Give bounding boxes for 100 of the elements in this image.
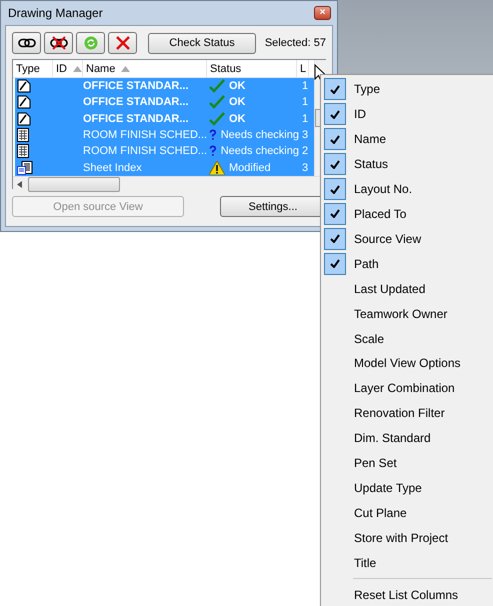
menu-label: Cut Plane — [354, 506, 407, 520]
layout-cell-text: 1 — [301, 96, 310, 108]
menu-item[interactable]: Last Updated — [323, 276, 493, 302]
menu-label: Store with Project — [354, 530, 448, 545]
refresh-icon — [84, 36, 98, 50]
name-cell-text: OFFICE STANDAR... — [83, 96, 190, 108]
scroll-left-icon[interactable] — [17, 180, 22, 188]
menu-item[interactable]: Status — [323, 152, 493, 177]
column-header[interactable]: L — [297, 60, 309, 77]
menu-label: Placed To — [354, 206, 406, 221]
menu-label: Reset List Columns — [354, 588, 458, 602]
check-icon — [330, 209, 340, 218]
unlink-button[interactable] — [44, 32, 73, 54]
check-icon — [330, 84, 340, 94]
menu-item[interactable]: Source View — [323, 226, 493, 252]
checkbox-checked[interactable] — [324, 252, 346, 275]
menu-item[interactable]: Reset List Columns — [323, 582, 493, 606]
menu-item[interactable]: Renovation Filter — [323, 400, 493, 426]
status-cell: Needs checking — [220, 129, 299, 142]
column-header[interactable]: Status — [207, 60, 297, 77]
check-icon — [330, 110, 340, 119]
checkmark-icon — [209, 79, 225, 94]
menu-label: Update Type — [354, 480, 422, 495]
menu-item[interactable]: Cut Plane — [323, 500, 493, 526]
status-cell: OK — [229, 96, 246, 108]
column-header[interactable]: ID — [53, 60, 83, 77]
question-mark-icon — [209, 144, 217, 158]
name-cell-text: Sheet Index — [83, 162, 143, 174]
menu-label: Layout No. — [354, 182, 412, 196]
sort-arrow-icon — [121, 66, 130, 72]
menu-item[interactable]: Dim. Standard — [323, 426, 493, 451]
menu-item[interactable]: Name — [323, 126, 493, 152]
menu-label: Dim. Standard — [354, 431, 431, 446]
menu-label: Title — [354, 556, 376, 570]
delete-button[interactable] — [108, 32, 137, 54]
checkbox-checked[interactable] — [324, 103, 346, 126]
menu-item[interactable]: Update Type — [323, 476, 493, 500]
menu-label: Layer Combination — [354, 381, 455, 396]
drawing-icon — [17, 112, 31, 126]
warning-icon — [209, 160, 225, 175]
menu-item[interactable]: Scale — [323, 326, 493, 351]
index-sheet-icon — [17, 160, 33, 175]
layout-cell-text: 3 — [301, 162, 310, 174]
unlink-icon — [50, 36, 68, 50]
check-status-button[interactable]: Check Status — [148, 32, 256, 54]
link-icon — [18, 38, 36, 48]
window-title: Drawing Manager — [8, 6, 103, 20]
checkmark-icon — [209, 112, 225, 126]
checkmark-icon — [209, 95, 225, 110]
menu-label: Teamwork Owner — [354, 306, 448, 321]
menu-label: ID — [354, 107, 366, 122]
menu-item[interactable]: Teamwork Owner — [323, 301, 493, 326]
table-icon — [17, 144, 29, 158]
menu-item[interactable]: ID — [323, 102, 493, 127]
checkbox-checked[interactable] — [324, 202, 346, 225]
checkbox-checked[interactable] — [324, 128, 346, 150]
menu-label: Status — [354, 157, 388, 172]
layout-cell-text: 2 — [301, 145, 310, 158]
status-cell: OK — [229, 112, 246, 125]
check-icon — [330, 134, 340, 144]
column-header[interactable]: Name — [83, 60, 207, 77]
menu-item[interactable]: Title — [323, 550, 493, 576]
layout-cell-text: 1 — [301, 80, 310, 92]
refresh-button[interactable] — [76, 32, 105, 54]
status-cell: Modified — [229, 162, 271, 174]
status-cell: Needs checking — [220, 145, 299, 158]
check-icon — [330, 160, 340, 169]
selected-count: Selected: 57 — [264, 37, 326, 49]
menu-item[interactable]: Layout No. — [323, 176, 493, 202]
menu-label: Name — [354, 132, 386, 146]
sort-arrow-icon — [73, 66, 82, 72]
menu-item[interactable]: Store with Project — [323, 525, 493, 550]
menu-label: Path — [354, 256, 379, 271]
menu-label: Last Updated — [354, 282, 426, 296]
name-cell-text: ROOM FINISH SCHED... — [83, 145, 208, 158]
table-icon — [17, 128, 29, 142]
drawing-icon — [17, 95, 31, 110]
name-cell-text: ROOM FINISH SCHED... — [83, 129, 208, 142]
name-cell-text: OFFICE STANDAR... — [83, 80, 190, 92]
menu-item[interactable]: Path — [323, 251, 493, 276]
menu-item[interactable]: Type — [323, 77, 493, 102]
check-icon — [330, 259, 340, 268]
menu-label: Scale — [354, 332, 384, 346]
link-button[interactable] — [12, 32, 41, 54]
column-header[interactable]: Type — [13, 60, 53, 77]
menu-label: Pen Set — [354, 456, 397, 470]
check-icon — [330, 184, 340, 194]
checkbox-checked[interactable] — [324, 153, 346, 176]
checkbox-checked[interactable] — [324, 78, 346, 100]
check-icon — [330, 234, 340, 244]
menu-item[interactable]: Placed To — [323, 202, 493, 226]
menu-label: Model View Options — [354, 356, 460, 370]
checkbox-checked[interactable] — [324, 228, 346, 250]
menu-item[interactable]: Layer Combination — [323, 376, 493, 401]
menu-item[interactable]: Pen Set — [323, 450, 493, 476]
menu-item[interactable]: Model View Options — [323, 350, 493, 376]
delete-icon — [116, 36, 130, 50]
status-cell: OK — [229, 80, 246, 92]
checkbox-checked[interactable] — [324, 178, 346, 200]
menu-label: Renovation Filter — [354, 406, 445, 420]
